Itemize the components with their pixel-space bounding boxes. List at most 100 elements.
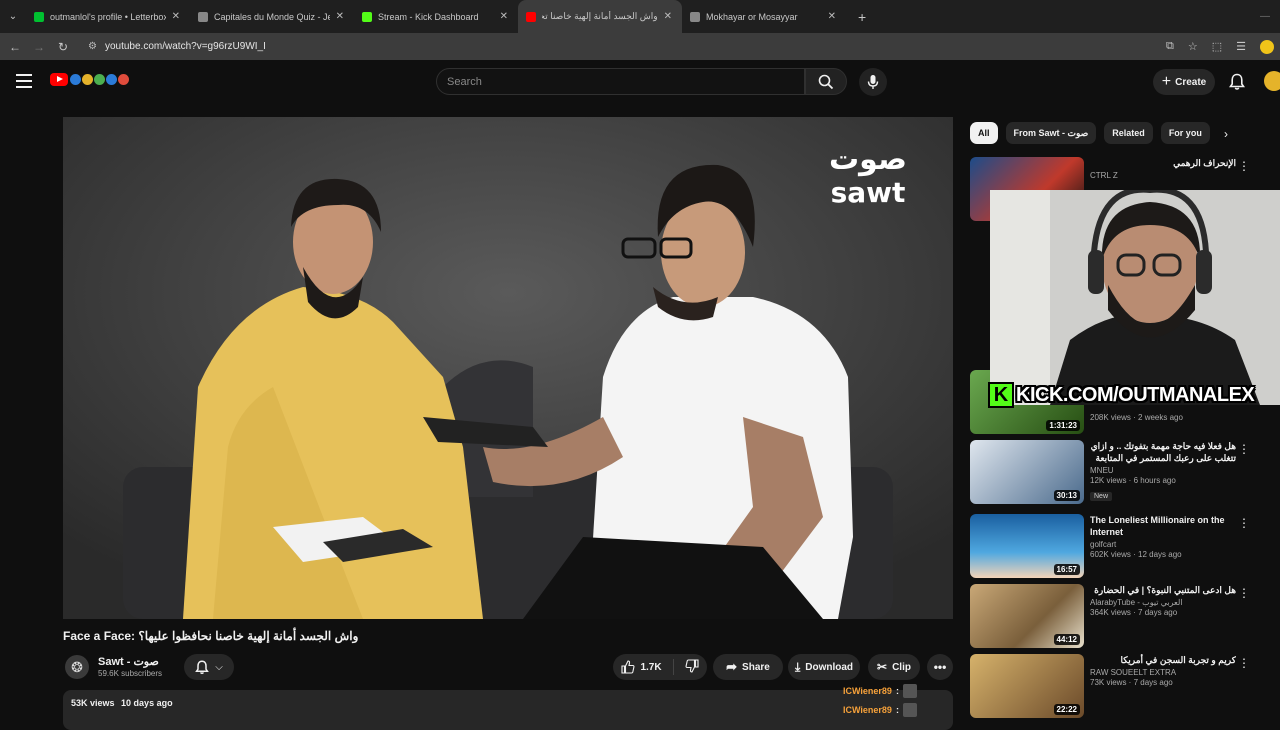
reading-list-icon[interactable]: ☰ <box>1236 40 1246 53</box>
back-icon[interactable]: ← <box>3 40 27 54</box>
video-title[interactable]: هل ادعى المتنبي النبوة؟ | في الحضارة <box>1090 584 1236 596</box>
video-thumbnail[interactable]: 16:57 <box>970 514 1084 578</box>
more-vertical-icon[interactable]: ⋮ <box>1238 656 1250 670</box>
close-tab-icon[interactable]: ✕ <box>336 11 344 22</box>
video-title: Face a Face: واش الجسد أمانة إلهية خاصنا… <box>63 629 359 643</box>
share-button[interactable]: ➦ Share <box>713 654 783 680</box>
like-dislike-group: 1.7K <box>613 654 707 680</box>
video-thumbnail[interactable]: 30:13 <box>970 440 1084 504</box>
video-title[interactable]: The Loneliest Millionaire on the Interne… <box>1090 514 1236 538</box>
reload-icon[interactable]: ↻ <box>51 40 75 54</box>
more-vertical-icon[interactable]: ⋮ <box>1238 586 1250 600</box>
notifications-button[interactable] <box>1228 73 1246 96</box>
close-tab-icon[interactable]: ✕ <box>664 11 672 22</box>
kick-logo-icon: K <box>988 382 1014 408</box>
channel-name[interactable]: AlarabyTube - العربي تيوب <box>1090 598 1236 607</box>
scissors-icon: ✂ <box>877 660 888 674</box>
channel-name[interactable]: RAW SOUEELT EXTRA <box>1090 668 1236 677</box>
tab-search-icon[interactable]: ⌄ <box>0 0 26 33</box>
more-vertical-icon[interactable]: ⋮ <box>1238 159 1250 173</box>
browser-tab-kick[interactable]: Stream - Kick Dashboard ✕ <box>354 0 518 33</box>
youtube-doodle-icon <box>70 74 129 85</box>
video-title[interactable]: هل فعلا فيه حاجة مهمة بتفوتك .. و ازاي ت… <box>1090 440 1236 464</box>
recommended-video[interactable]: 22:22 كريم و تجربة السجن في أمريكا RAW S… <box>970 654 1270 720</box>
chat-message: ICWiener89 : <box>843 703 917 717</box>
browser-tab-quiz[interactable]: Capitales du Monde Quiz - Jeu ✕ <box>190 0 354 33</box>
chat-message: ICWiener89 : <box>843 684 917 698</box>
recommended-video[interactable]: 16:57 The Loneliest Millionaire on the I… <box>970 514 1270 580</box>
recommended-video[interactable]: 44:12 هل ادعى المتنبي النبوة؟ | في الحضا… <box>970 584 1270 650</box>
kick-channel-url: KICK.COM/OUTMANALEX <box>1016 383 1255 406</box>
kick-favicon-icon <box>362 11 372 22</box>
chip-from-channel[interactable]: From Sawt - صوت <box>1005 122 1097 144</box>
more-actions-button[interactable]: ••• <box>927 654 953 680</box>
new-tab-icon[interactable]: + <box>858 9 866 25</box>
video-duration: 1:31:23 <box>1046 420 1080 431</box>
browser-profile-avatar[interactable] <box>1260 39 1274 54</box>
browser-toolbar: ← → ↻ ⚙ youtube.com/watch?v=g96rzU9WI_I … <box>0 33 1280 60</box>
more-vertical-icon[interactable]: ⋮ <box>1238 516 1250 530</box>
chat-colon: : <box>895 686 899 696</box>
chat-username: ICWiener89 <box>843 705 892 715</box>
clip-label: Clip <box>892 661 911 673</box>
browser-tab-youtube[interactable]: واش الجسد أمانة إلهية خاصنا تحا ✕ <box>518 0 682 33</box>
video-title[interactable]: الإنحراف الرهمي <box>1090 157 1236 169</box>
globe-favicon-icon <box>198 11 208 22</box>
minimize-icon[interactable]: — <box>1260 11 1270 22</box>
bookmark-star-icon[interactable]: ☆ <box>1188 40 1198 53</box>
channel-name[interactable]: CTRL Z <box>1090 171 1236 180</box>
video-stats: 73K views · 7 days ago <box>1090 678 1173 687</box>
video-title[interactable]: كريم و تجربة السجن في أمريكا <box>1090 654 1236 666</box>
video-thumbnail[interactable]: 44:12 <box>970 584 1084 648</box>
close-tab-icon[interactable]: ✕ <box>828 11 836 22</box>
address-bar[interactable]: ⚙ youtube.com/watch?v=g96rzU9WI_I <box>82 34 1180 58</box>
channel-name[interactable]: golfcart <box>1090 540 1236 549</box>
close-tab-icon[interactable]: ✕ <box>172 11 180 22</box>
chat-colon: : <box>895 705 899 715</box>
clip-button[interactable]: ✂ Clip <box>868 654 920 680</box>
video-player[interactable]: صوت sawt <box>63 117 953 619</box>
tab-title: outmanlol's profile • Letterboxd <box>50 11 166 22</box>
thumbs-down-icon <box>685 658 699 673</box>
bell-icon <box>1228 73 1246 90</box>
tab-title: واش الجسد أمانة إلهية خاصنا تحا <box>542 11 658 21</box>
chip-related[interactable]: Related <box>1104 122 1153 144</box>
more-vertical-icon[interactable]: ⋮ <box>1238 442 1250 456</box>
view-count: 53K views <box>71 698 115 708</box>
menu-icon[interactable] <box>16 74 32 88</box>
install-app-icon[interactable]: ⧉ <box>1166 40 1174 53</box>
create-button[interactable]: + Create <box>1153 69 1215 95</box>
chip-for-you[interactable]: For you <box>1160 122 1210 144</box>
close-tab-icon[interactable]: ✕ <box>500 11 508 22</box>
like-divider <box>672 659 674 675</box>
globe-favicon-icon <box>690 11 700 22</box>
browser-tab-mokhayar[interactable]: Mokhayar or Mosayyar ✕ <box>682 0 846 33</box>
search-input[interactable] <box>447 75 804 88</box>
site-info-icon[interactable]: ⚙ <box>88 41 97 52</box>
voice-search-button[interactable] <box>859 68 887 96</box>
video-stats: 364K views · 7 days ago <box>1090 608 1178 617</box>
search-button[interactable] <box>805 68 847 95</box>
microphone-icon <box>867 75 879 89</box>
description-box[interactable]: 53K views 10 days ago <box>63 690 953 730</box>
download-button[interactable]: ⤓ Download <box>788 654 860 680</box>
channel-name[interactable]: Sawt - صوت <box>98 655 159 668</box>
account-avatar[interactable] <box>1264 71 1280 91</box>
browser-tab-letterboxd[interactable]: outmanlol's profile • Letterboxd ✕ <box>26 0 190 33</box>
channel-name[interactable]: MNEU <box>1090 466 1236 475</box>
youtube-play-icon <box>50 73 68 86</box>
channel-avatar[interactable]: ❂ <box>65 655 89 679</box>
search-icon <box>818 74 834 89</box>
recommended-video[interactable]: 30:13 هل فعلا فيه حاجة مهمة بتفوتك .. و … <box>970 440 1270 506</box>
like-button[interactable]: 1.7K <box>621 660 662 674</box>
forward-icon[interactable]: → <box>27 40 51 54</box>
subscription-notifications-button[interactable]: ⌵ <box>184 654 234 680</box>
chip-all[interactable]: All <box>970 122 998 144</box>
youtube-logo[interactable] <box>50 73 129 86</box>
subscriber-count: 59.6K subscribers <box>98 669 163 678</box>
video-thumbnail[interactable]: 22:22 <box>970 654 1084 718</box>
youtube-favicon-icon <box>526 11 536 22</box>
dislike-button[interactable] <box>685 658 699 676</box>
extensions-icon[interactable]: ⬚ <box>1212 40 1222 53</box>
chevron-right-icon[interactable]: › <box>1224 127 1228 141</box>
